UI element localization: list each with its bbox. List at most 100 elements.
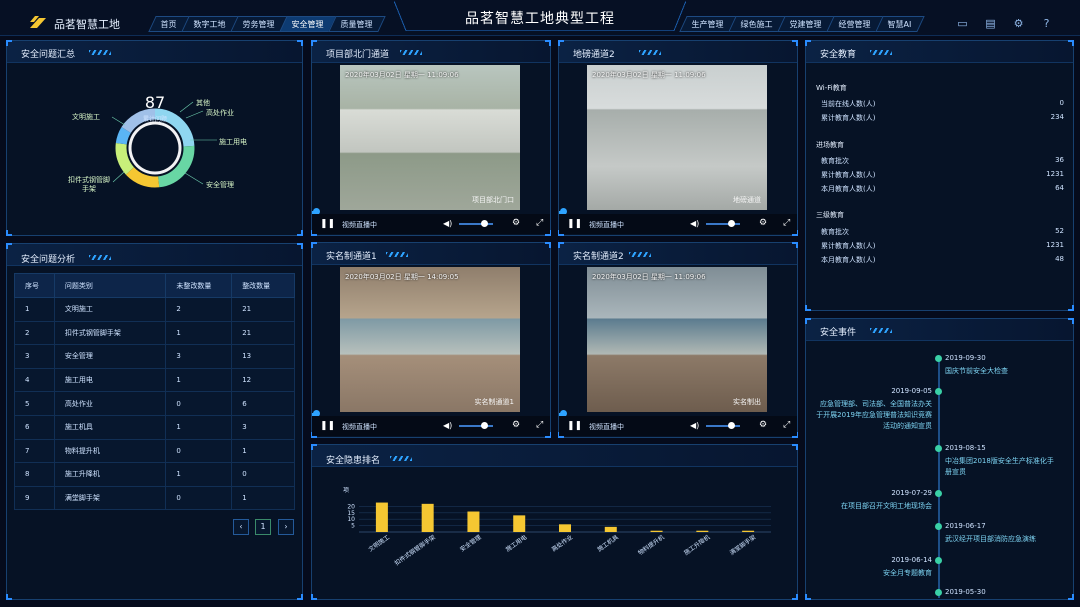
- timeline-dot: [935, 445, 942, 452]
- event-description[interactable]: 在项目部召开文明工地现场会: [814, 501, 932, 512]
- bar: [421, 503, 434, 532]
- x-tick-label: 扣件式钢管脚手架: [393, 533, 437, 567]
- settings-icon[interactable]: ⚙: [512, 420, 520, 430]
- next-page-button[interactable]: ›: [278, 519, 294, 535]
- table-cell: 安全管理: [53, 344, 167, 369]
- gear-icon[interactable]: ⚙: [1012, 17, 1025, 30]
- x-tick-label: 安全管理: [458, 533, 482, 553]
- event-date: 2019-07-29: [891, 489, 932, 497]
- event-description[interactable]: 中冶集团2018版安全生产标准化手册宣贯: [945, 456, 1055, 478]
- total-count: 87: [144, 93, 166, 112]
- column-header: 序号: [14, 273, 55, 298]
- video-timestamp: 2020年03月02日 星期一 11:09:06: [345, 71, 459, 79]
- x-tick-label: 满堂脚手架: [728, 533, 757, 557]
- right-nav-item[interactable]: 智慧AI: [875, 16, 925, 32]
- edu-stat-value: 234: [1050, 113, 1064, 121]
- donut-hole: [131, 124, 179, 172]
- event-description[interactable]: 应急管理部、司法部、全国普法办关于开展2019年应急管理普法知识竞赛活动的通知宣…: [814, 399, 932, 432]
- panel-title: 安全隐患排名: [326, 456, 381, 466]
- event-description[interactable]: 安全月专题教育: [814, 568, 932, 579]
- settings-icon[interactable]: ⚙: [759, 218, 767, 228]
- event-date: 2019-08-15: [945, 444, 986, 452]
- video-feed[interactable]: 2020年03月02日 星期一 11:09:06 地磅通道: [587, 65, 767, 210]
- video-feed[interactable]: 2020年03月02日 星期一 11:09:06 项目部北门口: [340, 65, 520, 210]
- column-header: 整改数量: [231, 273, 295, 298]
- donut-segment: [115, 127, 131, 145]
- edu-stat-value: 1231: [1046, 170, 1064, 178]
- event-description[interactable]: 国庆节前安全大检查: [945, 366, 1055, 377]
- table-cell: 12: [231, 367, 295, 393]
- edu-stat-label: 教育批次: [821, 228, 849, 236]
- monitor-icon[interactable]: ▭: [956, 17, 969, 30]
- fullscreen-icon[interactable]: ⤢: [783, 420, 790, 430]
- video-title: 项目部北门通道: [326, 50, 390, 60]
- volume-knob[interactable]: [728, 422, 735, 429]
- table-cell: 8: [14, 462, 55, 487]
- event-description[interactable]: 武汉经开项目部消防应急演练: [945, 534, 1055, 545]
- table-cell: 0: [165, 485, 233, 511]
- prev-page-button[interactable]: ‹: [233, 519, 249, 535]
- leader-line: [112, 171, 125, 183]
- right-nav-item[interactable]: 经营管理: [826, 16, 883, 32]
- volume-icon[interactable]: ◀): [443, 421, 452, 430]
- table-cell: 1: [165, 367, 233, 393]
- y-tick-label: 5: [351, 523, 355, 530]
- volume-knob[interactable]: [481, 220, 488, 227]
- stripes-decoration: [386, 252, 408, 257]
- table-cell: 高处作业: [53, 391, 167, 416]
- bar: [513, 515, 526, 532]
- bar: [604, 526, 617, 532]
- nav-label: 智慧AI: [887, 20, 912, 29]
- label-shigongyongdian: 施工用电: [219, 138, 247, 146]
- leader-line: [111, 116, 126, 126]
- right-nav-item[interactable]: 绿色施工: [728, 16, 785, 32]
- settings-icon[interactable]: ⚙: [759, 420, 767, 430]
- table-cell: 2: [165, 297, 233, 322]
- pause-icon[interactable]: ❚❚: [567, 421, 582, 431]
- issues-table: 序号 问题类别 未整改数量 整改数量 1 文明施工 2 21 2 扣件式钢管脚手架 1 21 3 安全管…: [14, 273, 295, 511]
- volume-knob[interactable]: [481, 422, 488, 429]
- table-row: 6 施工机具 1 3: [14, 414, 295, 440]
- table-cell: 13: [231, 344, 295, 369]
- volume-icon[interactable]: ◀): [690, 219, 699, 228]
- volume-icon[interactable]: ◀): [690, 421, 699, 430]
- pause-icon[interactable]: ❚❚: [320, 421, 335, 431]
- leader-line: [179, 101, 194, 113]
- table-cell: 2: [14, 320, 55, 346]
- stripes-decoration: [390, 456, 412, 461]
- event-date: 2019-06-14: [891, 556, 932, 564]
- live-status: 视频直播中: [342, 221, 377, 229]
- edu-stat-label: 教育批次: [821, 157, 849, 165]
- help-icon[interactable]: ?: [1040, 17, 1053, 30]
- settings-icon[interactable]: ⚙: [512, 218, 520, 228]
- table-cell: 施工机具: [53, 414, 167, 440]
- camera-name: 地磅通道: [733, 196, 761, 204]
- video-feed[interactable]: 2020年03月02日 星期一 14:09:05 实名制通道1: [340, 267, 520, 412]
- edu-stat-value: 64: [1055, 184, 1064, 192]
- right-nav-item[interactable]: 生产管理: [679, 16, 736, 32]
- edu-stat-value: 0: [1059, 99, 1064, 107]
- fullscreen-icon[interactable]: ⤢: [536, 218, 543, 228]
- right-nav-item[interactable]: 党建管理: [777, 16, 834, 32]
- pause-icon[interactable]: ❚❚: [567, 219, 582, 229]
- table-cell: 扣件式钢管脚手架: [53, 320, 167, 346]
- pause-icon[interactable]: ❚❚: [320, 219, 335, 229]
- event-date: 2019-05-30: [945, 588, 986, 596]
- total-label: 累计问题: [142, 116, 167, 123]
- table-cell: 物料提升机: [53, 438, 167, 464]
- volume-knob[interactable]: [728, 220, 735, 227]
- video-controls: ❚❚ 视频直播中 ◀) ⚙ ⤢: [559, 416, 797, 436]
- fullscreen-icon[interactable]: ⤢: [536, 420, 543, 430]
- edu-stat-label: 累计教育人数(人): [821, 171, 876, 179]
- left-nav-item[interactable]: 质量管理: [328, 16, 386, 32]
- fullscreen-icon[interactable]: ⤢: [783, 218, 790, 228]
- edu-stat-label: 当前在线人数(人): [821, 100, 876, 108]
- table-row: 3 安全管理 3 13: [14, 344, 295, 369]
- volume-icon[interactable]: ◀): [443, 219, 452, 228]
- document-icon[interactable]: ▤: [984, 17, 997, 30]
- table-cell: 6: [231, 391, 295, 416]
- page-1-button[interactable]: 1: [255, 519, 271, 535]
- video-title: 实名制通道1: [326, 252, 377, 262]
- video-feed[interactable]: 2020年03月02日 星期一 11:09:06 实名制出: [587, 267, 767, 412]
- nav-label: 质量管理: [340, 20, 373, 29]
